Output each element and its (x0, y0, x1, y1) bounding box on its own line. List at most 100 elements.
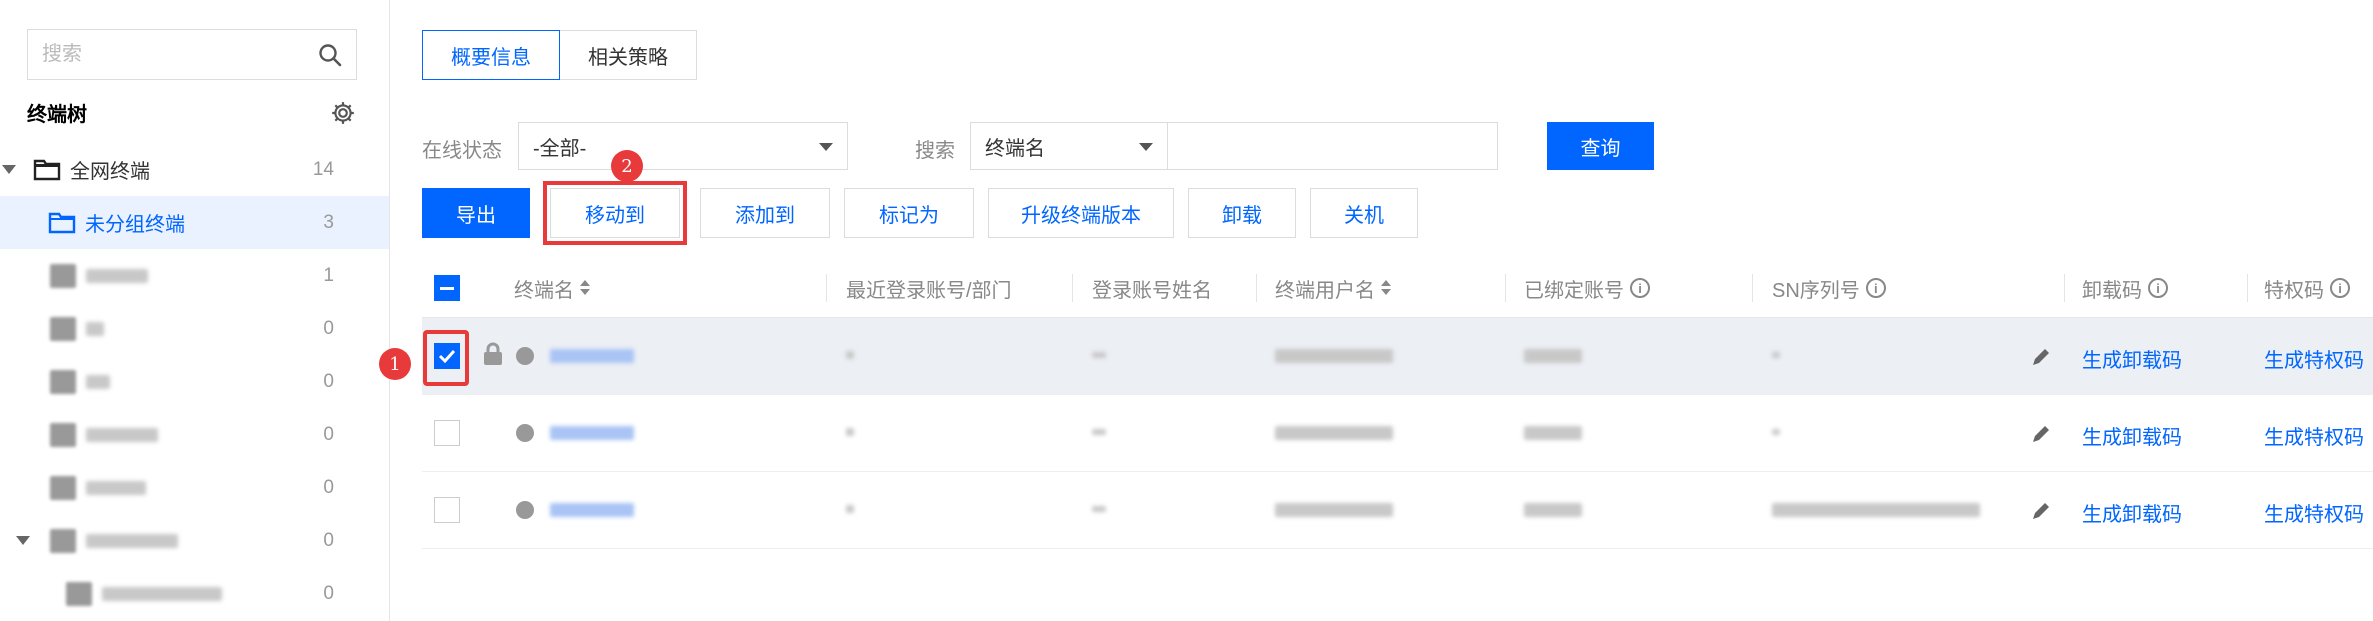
terminal-username (1275, 349, 1393, 363)
export-button[interactable]: 导出 (422, 188, 530, 238)
move-to-button[interactable]: 移动到 (543, 181, 687, 245)
generate-privilege-code-link[interactable]: 生成特权码 (2264, 421, 2364, 450)
tree-node-group[interactable]: 0 (0, 355, 389, 408)
tree-title: 终端树 (27, 104, 87, 126)
tree-node-group[interactable]: 0 (0, 514, 389, 567)
generate-privilege-code-link[interactable]: 生成特权码 (2264, 498, 2364, 527)
gear-icon[interactable] (330, 100, 356, 126)
generate-uninstall-code-link[interactable]: 生成卸载码 (2082, 421, 2182, 450)
bound-account (1524, 349, 1582, 363)
tree-node-group[interactable]: 0 (0, 408, 389, 461)
mark-as-button[interactable]: 标记为 (844, 188, 974, 238)
sort-icon[interactable] (580, 280, 590, 296)
query-button[interactable]: 查询 (1547, 122, 1654, 170)
tree-node-label (86, 269, 148, 283)
terminal-name-link[interactable] (550, 426, 634, 440)
info-icon[interactable]: i (2330, 278, 2350, 298)
last-login-account (846, 351, 854, 359)
table-row[interactable]: 生成卸载码 生成特权码 (422, 318, 2373, 395)
tree-node-group[interactable]: 0 (0, 302, 389, 355)
tree-node-count: 0 (323, 476, 334, 498)
table-row[interactable]: 生成卸载码 生成特权码 (422, 472, 2373, 549)
folder-icon (50, 370, 76, 394)
row-checkbox[interactable] (434, 420, 460, 446)
chevron-down-icon (819, 143, 833, 151)
folder-icon (33, 159, 61, 181)
row-checkbox[interactable] (434, 497, 460, 523)
login-name (1092, 352, 1106, 358)
tree-node-count: 0 (323, 370, 334, 392)
header-last-login-account: 最近登录账号/部门 (846, 279, 1012, 302)
last-login-account (846, 428, 854, 436)
tree-node-count: 0 (323, 423, 334, 445)
header-terminal-username[interactable]: 终端用户名 (1275, 258, 1391, 318)
info-icon[interactable]: i (2148, 278, 2168, 298)
tree-node-all-terminals[interactable]: 全网终端 14 (0, 143, 389, 196)
tree-node-group[interactable]: 0 (0, 567, 389, 620)
terminal-tree: 全网终端 14 未分组终端 3 1 0 0 0 0 0 0 (0, 143, 389, 620)
step1-highlight-box (423, 330, 469, 386)
edit-icon[interactable] (2030, 500, 2052, 522)
tree-node-ungrouped[interactable]: 未分组终端 3 (0, 196, 389, 249)
generate-privilege-code-link[interactable]: 生成特权码 (2264, 344, 2364, 373)
edit-icon[interactable] (2030, 423, 2052, 445)
caret-down-icon[interactable] (2, 165, 16, 174)
add-to-button[interactable]: 添加到 (700, 188, 830, 238)
header-uninstall-code: 卸载码 i (2082, 258, 2168, 318)
info-icon[interactable]: i (1630, 278, 1650, 298)
header-bound-account: 已绑定账号 i (1524, 258, 1650, 318)
edit-icon[interactable] (2030, 346, 2052, 368)
folder-icon (50, 264, 76, 288)
header-terminal-name[interactable]: 终端名 (514, 258, 590, 318)
tree-node-count: 0 (323, 317, 334, 339)
tree-node-count: 1 (323, 264, 334, 286)
generate-uninstall-code-link[interactable]: 生成卸载码 (2082, 344, 2182, 373)
sn-number (1772, 352, 1780, 358)
search-icon[interactable] (318, 43, 342, 67)
shutdown-button[interactable]: 关机 (1310, 188, 1418, 238)
sn-number (1772, 503, 1980, 517)
terminal-name-link[interactable] (550, 349, 634, 363)
tree-search-input[interactable] (42, 43, 318, 66)
table-row[interactable]: 生成卸载码 生成特权码 (422, 395, 2373, 472)
sort-icon[interactable] (1381, 280, 1391, 296)
upgrade-version-button[interactable]: 升级终端版本 (988, 188, 1174, 238)
column-divider (2064, 274, 2065, 302)
login-name (1092, 506, 1106, 512)
info-icon[interactable]: i (1865, 278, 1886, 298)
table-header: 终端名 最近登录账号/部门 登录账号姓名 终端用户名 已绑定账号 i SN序列号 i… (422, 258, 2373, 318)
search-field-select[interactable]: 终端名 (970, 122, 1168, 170)
folder-icon (50, 476, 76, 500)
action-toolbar: 导出 移动到 添加到 标记为 升级终端版本 卸载 关机 (422, 181, 1432, 245)
online-status-select[interactable]: -全部- (518, 122, 848, 170)
tree-node-count: 3 (323, 211, 334, 233)
tree-node-label (102, 587, 222, 601)
terminal-tree-sidebar: 终端树 全网终端 14 未分组终端 3 (0, 0, 390, 621)
tree-node-label: 全网终端 (70, 161, 150, 183)
lock-icon (484, 342, 502, 365)
tree-node-count: 0 (323, 529, 334, 551)
terminal-username (1275, 426, 1393, 440)
tree-node-group[interactable]: 0 (0, 461, 389, 514)
main-panel: 概要信息 相关策略 在线状态 -全部- 搜索 终端名 查询 导出 移动到 添加到… (379, 0, 2373, 621)
tree-search-box[interactable] (27, 29, 357, 80)
header-sn-number: SN序列号 i (1772, 258, 1886, 318)
folder-icon (50, 423, 76, 447)
uninstall-button[interactable]: 卸载 (1188, 188, 1296, 238)
select-all-checkbox[interactable] (434, 275, 460, 301)
column-divider (826, 274, 827, 302)
offline-status-dot (516, 347, 534, 365)
column-divider (2247, 274, 2248, 302)
tab-overview[interactable]: 概要信息 (422, 30, 560, 80)
step1-badge: 1 (379, 348, 411, 380)
search-text-input[interactable] (1168, 122, 1498, 170)
tab-related-policies[interactable]: 相关策略 (560, 30, 697, 80)
generate-uninstall-code-link[interactable]: 生成卸载码 (2082, 498, 2182, 527)
tree-node-count: 14 (312, 158, 334, 180)
tree-node-label: 未分组终端 (85, 214, 185, 236)
folder-icon (50, 529, 76, 553)
online-status-value: -全部- (533, 137, 587, 160)
tree-node-group[interactable]: 1 (0, 249, 389, 302)
terminal-name-link[interactable] (550, 503, 634, 517)
caret-down-icon[interactable] (16, 536, 30, 545)
